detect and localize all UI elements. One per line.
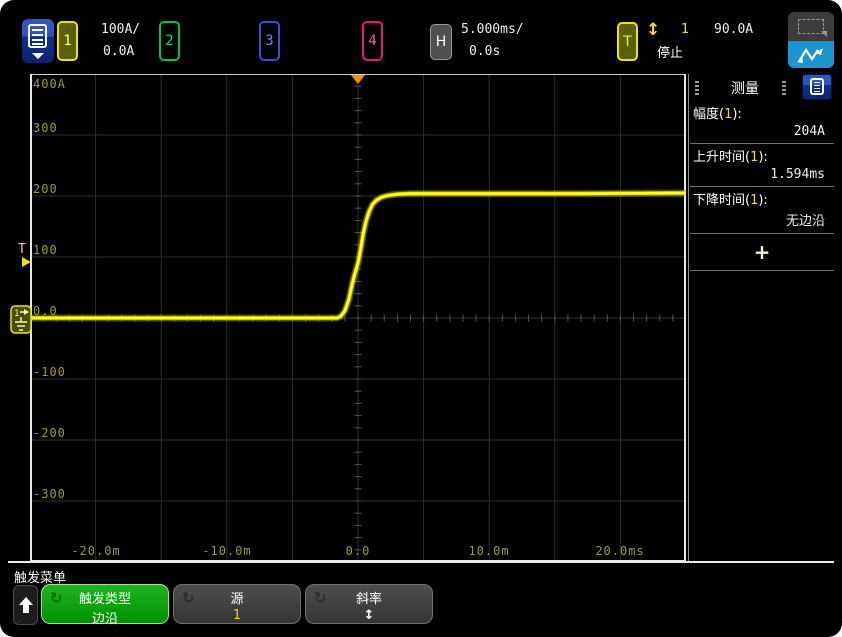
zoom-select-button[interactable] (788, 12, 834, 41)
cycle-icon: ↻ (50, 589, 63, 607)
channel-1-button[interactable]: 1 (57, 21, 78, 61)
softkey-trigger-slope[interactable]: ↻ 斜率 ↕ (305, 584, 433, 624)
measurement-value: 无边沿 (693, 208, 831, 230)
ground-marker-channel: 1 (14, 309, 19, 319)
channel-1-offset[interactable]: 0.0A (103, 44, 134, 59)
y-axis-label: -200 (33, 426, 66, 440)
cycle-icon: ↻ (314, 589, 327, 607)
trigger-level-letter: T (18, 242, 26, 257)
channel-4-button[interactable]: 4 (362, 21, 383, 61)
softkey-value: 边沿 (42, 608, 168, 627)
main-menu-button[interactable] (22, 19, 54, 63)
waveform-icon (794, 44, 828, 66)
measurement-panel: 测量 幅度(1): 204A 上升时间(1): 1.594ms 下降时间(1):… (690, 74, 834, 562)
timebase-delay[interactable]: 0.0s (469, 44, 500, 59)
softkey-trigger-type[interactable]: ↻ 触发类型 边沿 (41, 584, 169, 624)
x-axis-label: 10.0m (449, 544, 529, 558)
x-axis-label: -10.0m (187, 544, 267, 558)
measurement-menu-button[interactable] (802, 74, 832, 100)
menu-list-icon (28, 24, 47, 48)
waveform-graticule[interactable] (30, 74, 686, 562)
cycle-icon: ↻ (182, 589, 195, 607)
menu-divider (8, 561, 834, 563)
x-axis-label: 20.0ms (580, 544, 660, 558)
chevron-down-icon (32, 53, 44, 59)
drag-grip-icon[interactable] (782, 81, 786, 95)
measurement-row[interactable]: 下降时间(1): 无边沿 (690, 187, 834, 234)
measurement-row[interactable]: 幅度(1): 204A (690, 101, 834, 144)
y-axis-label: -300 (33, 487, 66, 501)
horizontal-button[interactable]: H (430, 24, 452, 60)
softkey-trigger-source[interactable]: ↻ 源 1 (173, 584, 301, 624)
trigger-time-marker[interactable] (351, 75, 365, 84)
add-measurement-button[interactable]: + (690, 234, 834, 271)
channel-1-scale[interactable]: 100A/ (101, 22, 140, 37)
y-axis-label: 300 (33, 121, 58, 135)
menu-list-icon (810, 78, 824, 95)
trigger-source: 1 (681, 22, 689, 37)
measurement-row[interactable]: 上升时间(1): 1.594ms (690, 144, 834, 187)
drag-grip-icon[interactable] (695, 81, 699, 95)
x-axis-label: 0.0 (318, 544, 398, 558)
arrow-up-icon (17, 594, 35, 616)
measurement-label: 下降时间(1): (693, 189, 831, 208)
y-axis-label: 0.0 (33, 304, 58, 318)
y-axis-label: 400A (33, 77, 66, 91)
trigger-button[interactable]: T (617, 22, 638, 61)
channel-2-button[interactable]: 2 (159, 21, 180, 61)
oscilloscope-screen: 1 100A/ 0.0A 2 3 4 H 5.000ms/ 0.0s T ↕ 1… (0, 0, 842, 637)
channel-1-ground-marker[interactable]: 1 (10, 305, 32, 334)
panel-divider (688, 74, 689, 562)
trigger-level-readout: 90.0A (714, 22, 753, 37)
channel-3-button[interactable]: 3 (259, 21, 280, 61)
trigger-level-marker[interactable] (22, 257, 31, 267)
softkey-value: 1 (174, 608, 300, 623)
measurement-label: 上升时间(1): (693, 146, 831, 165)
waveform-touch-button[interactable] (788, 41, 834, 68)
measurement-value: 204A (693, 122, 831, 140)
run-state-label: 停止 (657, 42, 683, 61)
x-axis-label: -20.0m (56, 544, 136, 558)
measurement-label: 幅度(1): (693, 103, 831, 122)
measurement-value: 1.594ms (693, 165, 831, 183)
softkey-value: ↕ (306, 608, 432, 623)
y-axis-label: 100 (33, 243, 58, 257)
y-axis-label: -100 (33, 365, 66, 379)
trigger-slope-icon: ↕ (646, 20, 660, 40)
cursor-arrow-icon (821, 31, 827, 37)
measurement-panel-title: 测量 (710, 78, 780, 98)
measurement-panel-header[interactable]: 测量 (690, 74, 834, 101)
y-axis-label: 200 (33, 182, 58, 196)
timebase-scale[interactable]: 5.000ms/ (461, 22, 524, 37)
menu-back-button[interactable] (13, 585, 38, 625)
